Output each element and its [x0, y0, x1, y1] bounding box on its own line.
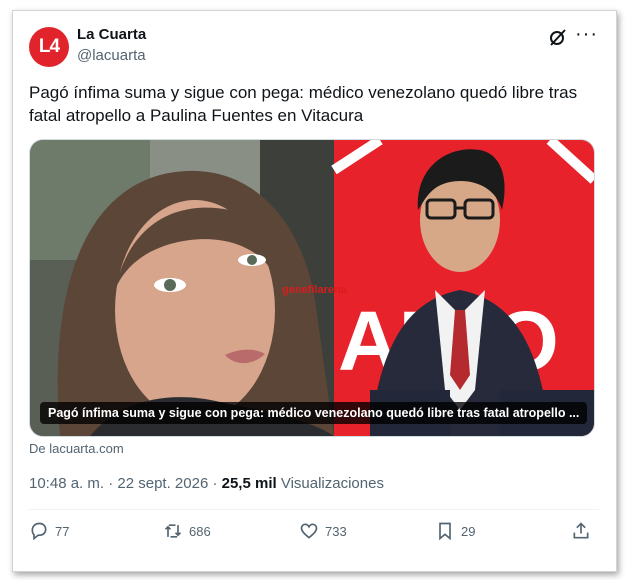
more-icon[interactable]: ···: [575, 23, 598, 46]
author-handle[interactable]: @lacuarta: [77, 47, 146, 64]
bookmark-button[interactable]: 29: [435, 521, 475, 541]
like-button[interactable]: 733: [299, 521, 347, 541]
repost-button[interactable]: 686: [163, 521, 211, 541]
avatar[interactable]: L4: [29, 27, 69, 67]
post-meta: 10:48 a. m. · 22 sept. 2026 · 25,5 mil V…: [29, 475, 384, 492]
author-name[interactable]: La Cuarta: [77, 26, 146, 43]
reply-icon: [31, 522, 47, 541]
views-label: Visualizaciones: [276, 475, 384, 492]
watermark: genefilarena: [282, 284, 347, 296]
share-button[interactable]: [571, 521, 591, 541]
divider: [29, 509, 599, 510]
share-icon: [573, 522, 589, 539]
grok-icon[interactable]: [548, 27, 568, 47]
tweet-card: L4 La Cuarta @lacuarta ··· Pagó ínfima s…: [12, 10, 617, 572]
reply-button[interactable]: 77: [29, 521, 69, 541]
retweet-icon: [164, 524, 182, 538]
views-count: 25,5 mil: [221, 475, 277, 492]
post-text: Pagó ínfima suma y sigue con pega: médic…: [29, 83, 578, 125]
bookmark-count: 29: [461, 523, 476, 539]
action-bar: 77 686 733 29: [29, 521, 599, 545]
like-count: 733: [325, 523, 347, 539]
repost-count: 686: [189, 523, 211, 539]
media-caption: Pagó ínfima suma y sigue con pega: médic…: [40, 402, 588, 424]
reply-count: 77: [55, 523, 70, 539]
post-media[interactable]: ALTO genefilarena Pagó ínfima suma y sig…: [29, 139, 595, 437]
link-source[interactable]: De lacuarta.com: [29, 441, 124, 456]
bookmark-icon: [439, 522, 451, 541]
heart-icon: [300, 523, 318, 539]
post-timestamp[interactable]: 10:48 a. m. · 22 sept. 2026 ·: [29, 475, 222, 492]
avatar-text: L4: [38, 36, 60, 57]
